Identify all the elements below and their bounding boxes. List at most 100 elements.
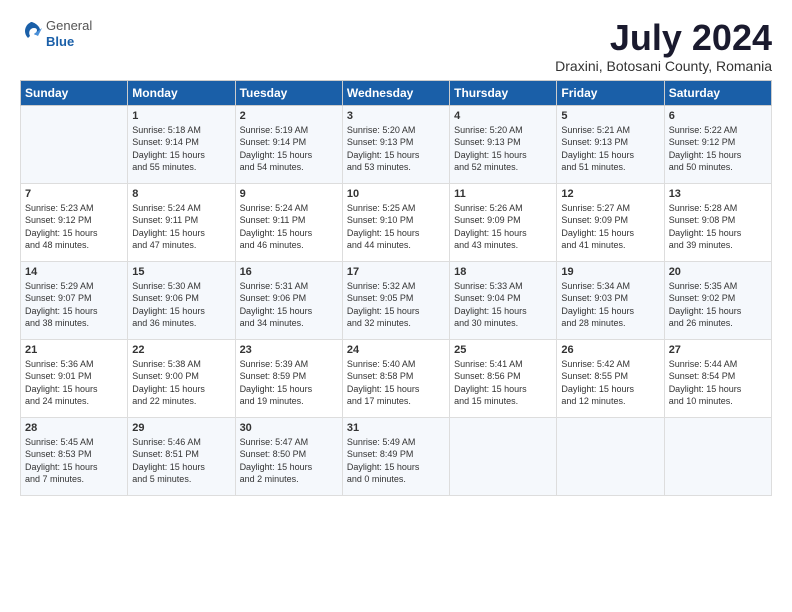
calendar-cell: 31Sunrise: 5:49 AMSunset: 8:49 PMDayligh… <box>342 417 449 495</box>
calendar-cell: 18Sunrise: 5:33 AMSunset: 9:04 PMDayligh… <box>450 261 557 339</box>
day-number: 5 <box>561 110 659 122</box>
day-number: 8 <box>132 188 230 200</box>
calendar-cell <box>21 105 128 183</box>
cell-content: Sunrise: 5:42 AMSunset: 8:55 PMDaylight:… <box>561 358 659 408</box>
col-header-thursday: Thursday <box>450 80 557 105</box>
day-number: 13 <box>669 188 767 200</box>
day-number: 12 <box>561 188 659 200</box>
calendar-cell: 29 Sunrise: 5:46 AMSunset: 8:51 PMDayligh… <box>128 417 235 495</box>
calendar-week-row: 7 Sunrise: 5:23 AMSunset: 9:12 PMDaylight… <box>21 183 772 261</box>
day-number: 24 <box>347 344 445 356</box>
calendar-cell: 11 Sunrise: 5:26 AMSunset: 9:09 PMDayligh… <box>450 183 557 261</box>
calendar-cell: 6 Sunrise: 5:22 AMSunset: 9:12 PMDaylight… <box>664 105 771 183</box>
cell-content: Sunrise: 5:33 AMSunset: 9:04 PMDaylight:… <box>454 280 552 330</box>
day-number: 28 <box>25 422 123 434</box>
col-header-monday: Monday <box>128 80 235 105</box>
cell-content: Sunrise: 5:27 AMSunset: 9:09 PMDaylight:… <box>561 202 659 252</box>
cell-content: Sunrise: 5:20 AMSunset: 9:13 PMDaylight:… <box>347 124 445 174</box>
cell-content: Sunrise: 5:45 AMSunset: 8:53 PMDaylight:… <box>25 436 123 486</box>
day-number: 2 <box>240 110 338 122</box>
day-number: 1 <box>132 110 230 122</box>
day-number: 29 <box>132 422 230 434</box>
calendar-cell <box>450 417 557 495</box>
calendar-cell: 24 Sunrise: 5:40 AMSunset: 8:58 PMDayligh… <box>342 339 449 417</box>
day-number: 11 <box>454 188 552 200</box>
calendar-cell: 12 Sunrise: 5:27 AMSunset: 9:09 PMDayligh… <box>557 183 664 261</box>
day-number: 10 <box>347 188 445 200</box>
cell-content: Sunrise: 5:30 AMSunset: 9:06 PMDaylight:… <box>132 280 230 330</box>
calendar-cell <box>557 417 664 495</box>
cell-content: Sunrise: 5:35 AMSunset: 9:02 PMDaylight:… <box>669 280 767 330</box>
calendar-cell: 27 Sunrise: 5:44 AMSunset: 8:54 PMDayligh… <box>664 339 771 417</box>
day-number: 19 <box>561 266 659 278</box>
day-number: 3 <box>347 110 445 122</box>
calendar-cell: 30Sunrise: 5:47 AMSunset: 8:50 PMDayligh… <box>235 417 342 495</box>
day-number: 16 <box>240 266 338 278</box>
cell-content: Sunrise: 5:22 AMSunset: 9:12 PMDaylight:… <box>669 124 767 174</box>
calendar-cell: 10 Sunrise: 5:25 AMSunset: 9:10 PMDayligh… <box>342 183 449 261</box>
cell-content: Sunrise: 5:46 AMSunset: 8:51 PMDaylight:… <box>132 436 230 486</box>
calendar-cell: 9Sunrise: 5:24 AMSunset: 9:11 PMDaylight… <box>235 183 342 261</box>
cell-content: Sunrise: 5:44 AMSunset: 8:54 PMDaylight:… <box>669 358 767 408</box>
cell-content: Sunrise: 5:28 AMSunset: 9:08 PMDaylight:… <box>669 202 767 252</box>
calendar-table: SundayMondayTuesdayWednesdayThursdayFrid… <box>20 80 772 496</box>
calendar-cell: 21Sunrise: 5:36 AMSunset: 9:01 PMDayligh… <box>21 339 128 417</box>
calendar-cell: 7 Sunrise: 5:23 AMSunset: 9:12 PMDaylight… <box>21 183 128 261</box>
calendar-cell: 5 Sunrise: 5:21 AMSunset: 9:13 PMDaylight… <box>557 105 664 183</box>
calendar-cell: 8Sunrise: 5:24 AMSunset: 9:11 PMDaylight… <box>128 183 235 261</box>
calendar-cell: 28 Sunrise: 5:45 AMSunset: 8:53 PMDayligh… <box>21 417 128 495</box>
day-number: 6 <box>669 110 767 122</box>
day-number: 15 <box>132 266 230 278</box>
cell-content: Sunrise: 5:41 AMSunset: 8:56 PMDaylight:… <box>454 358 552 408</box>
day-number: 26 <box>561 344 659 356</box>
cell-content: Sunrise: 5:31 AMSunset: 9:06 PMDaylight:… <box>240 280 338 330</box>
logo-wrapper: General Blue <box>20 18 92 49</box>
col-header-saturday: Saturday <box>664 80 771 105</box>
header: General Blue July 2024 Draxini, Botosani… <box>20 18 772 74</box>
cell-content: Sunrise: 5:21 AMSunset: 9:13 PMDaylight:… <box>561 124 659 174</box>
cell-content: Sunrise: 5:20 AMSunset: 9:13 PMDaylight:… <box>454 124 552 174</box>
subtitle: Draxini, Botosani County, Romania <box>555 58 772 74</box>
cell-content: Sunrise: 5:40 AMSunset: 8:58 PMDaylight:… <box>347 358 445 408</box>
calendar-cell: 2 Sunrise: 5:19 AMSunset: 9:14 PMDaylight… <box>235 105 342 183</box>
day-number: 20 <box>669 266 767 278</box>
title-block: July 2024 Draxini, Botosani County, Roma… <box>555 18 772 74</box>
calendar-cell: 25 Sunrise: 5:41 AMSunset: 8:56 PMDayligh… <box>450 339 557 417</box>
day-number: 27 <box>669 344 767 356</box>
cell-content: Sunrise: 5:23 AMSunset: 9:12 PMDaylight:… <box>25 202 123 252</box>
calendar-header-row: SundayMondayTuesdayWednesdayThursdayFrid… <box>21 80 772 105</box>
calendar-cell: 3 Sunrise: 5:20 AMSunset: 9:13 PMDaylight… <box>342 105 449 183</box>
col-header-tuesday: Tuesday <box>235 80 342 105</box>
day-number: 21 <box>25 344 123 356</box>
cell-content: Sunrise: 5:32 AMSunset: 9:05 PMDaylight:… <box>347 280 445 330</box>
logo: General Blue <box>20 18 92 49</box>
calendar-cell: 13 Sunrise: 5:28 AMSunset: 9:08 PMDayligh… <box>664 183 771 261</box>
calendar-week-row: 28 Sunrise: 5:45 AMSunset: 8:53 PMDayligh… <box>21 417 772 495</box>
calendar-cell: 16 Sunrise: 5:31 AMSunset: 9:06 PMDayligh… <box>235 261 342 339</box>
cell-content: Sunrise: 5:25 AMSunset: 9:10 PMDaylight:… <box>347 202 445 252</box>
col-header-wednesday: Wednesday <box>342 80 449 105</box>
logo-bird-icon <box>20 20 42 48</box>
calendar-cell <box>664 417 771 495</box>
cell-content: Sunrise: 5:19 AMSunset: 9:14 PMDaylight:… <box>240 124 338 174</box>
day-number: 7 <box>25 188 123 200</box>
day-number: 4 <box>454 110 552 122</box>
cell-content: Sunrise: 5:49 AMSunset: 8:49 PMDaylight:… <box>347 436 445 486</box>
day-number: 25 <box>454 344 552 356</box>
calendar-cell: 23 Sunrise: 5:39 AMSunset: 8:59 PMDayligh… <box>235 339 342 417</box>
cell-content: Sunrise: 5:39 AMSunset: 8:59 PMDaylight:… <box>240 358 338 408</box>
calendar-cell: 14Sunrise: 5:29 AMSunset: 9:07 PMDayligh… <box>21 261 128 339</box>
calendar-cell: 20 Sunrise: 5:35 AMSunset: 9:02 PMDayligh… <box>664 261 771 339</box>
day-number: 22 <box>132 344 230 356</box>
cell-content: Sunrise: 5:24 AMSunset: 9:11 PMDaylight:… <box>240 202 338 252</box>
month-title: July 2024 <box>555 18 772 58</box>
cell-content: Sunrise: 5:34 AMSunset: 9:03 PMDaylight:… <box>561 280 659 330</box>
calendar-week-row: 1Sunrise: 5:18 AMSunset: 9:14 PMDaylight… <box>21 105 772 183</box>
cell-content: Sunrise: 5:29 AMSunset: 9:07 PMDaylight:… <box>25 280 123 330</box>
calendar-cell: 4 Sunrise: 5:20 AMSunset: 9:13 PMDaylight… <box>450 105 557 183</box>
calendar-week-row: 14Sunrise: 5:29 AMSunset: 9:07 PMDayligh… <box>21 261 772 339</box>
col-header-friday: Friday <box>557 80 664 105</box>
day-number: 23 <box>240 344 338 356</box>
calendar-cell: 17Sunrise: 5:32 AMSunset: 9:05 PMDayligh… <box>342 261 449 339</box>
cell-content: Sunrise: 5:26 AMSunset: 9:09 PMDaylight:… <box>454 202 552 252</box>
